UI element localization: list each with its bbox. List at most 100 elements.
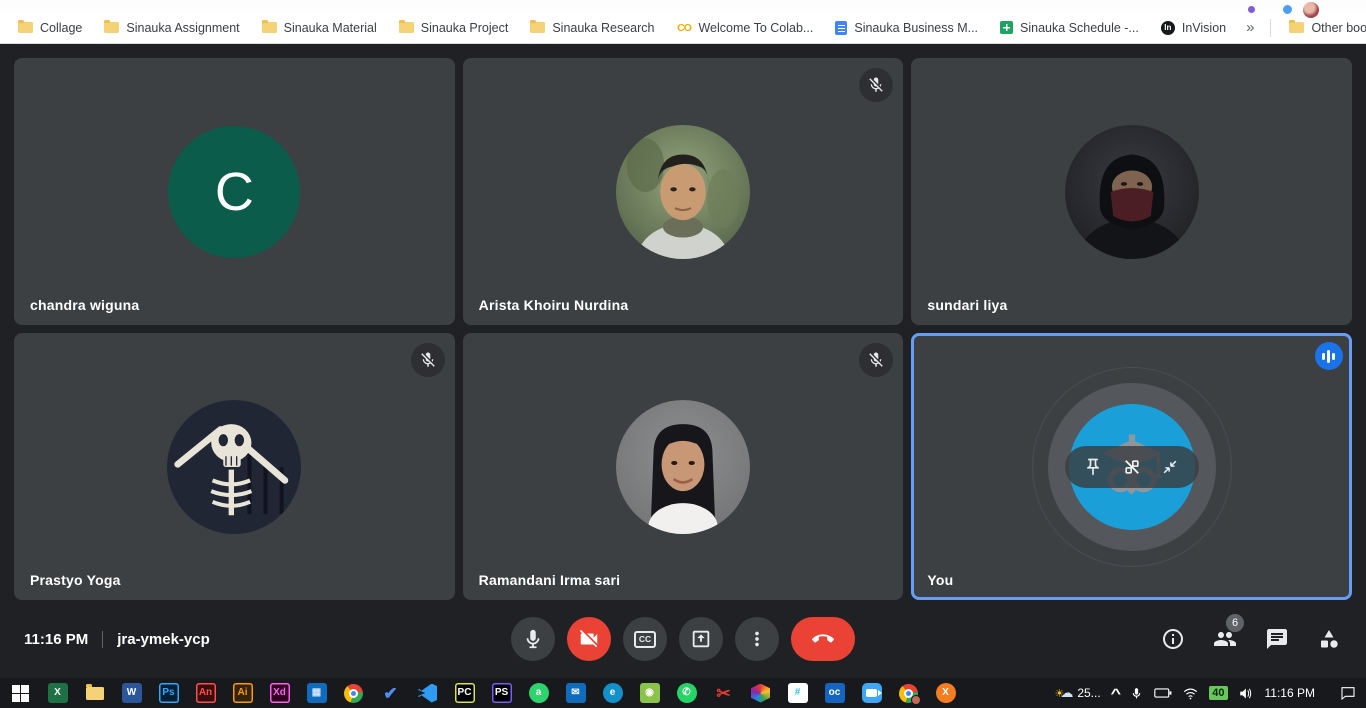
participant-tile[interactable]: Prastyo Yoga <box>14 333 455 600</box>
adobe-xd-icon[interactable]: Xd <box>261 678 298 708</box>
bookmark-collage[interactable]: Collage <box>10 18 96 38</box>
whatsapp-icon[interactable]: ✆ <box>668 678 705 708</box>
meeting-details-button[interactable] <box>1160 626 1186 652</box>
avatar-photo <box>616 400 750 534</box>
browser-profile-avatar[interactable] <box>1303 2 1319 18</box>
edge-icon[interactable]: e <box>594 678 631 708</box>
bookmark-sinauka-project[interactable]: Sinauka Project <box>391 18 523 38</box>
action-center-icon[interactable] <box>1340 686 1356 700</box>
ocam-icon[interactable]: oc <box>816 678 853 708</box>
calendar-icon[interactable]: ▦ <box>298 678 335 708</box>
participant-name: Arista Khoiru Nurdina <box>479 297 629 313</box>
weather-temp: 25... <box>1077 686 1100 700</box>
camera-off-button[interactable] <box>567 617 611 661</box>
hexagon-app-icon[interactable] <box>742 678 779 708</box>
participant-count-badge: 6 <box>1226 614 1244 632</box>
participants-button[interactable]: 6 <box>1212 626 1238 652</box>
todo-check-glyph: ✔ <box>381 683 401 703</box>
android-app-glyph: a <box>529 683 549 703</box>
illustrator-glyph: Ai <box>233 683 253 703</box>
chrome-icon[interactable] <box>335 678 372 708</box>
bookmark-sinauka-schedule[interactable]: Sinauka Schedule -... <box>992 18 1153 38</box>
extension-icon[interactable] <box>1283 5 1292 14</box>
participant-name: Ramandani Irma sari <box>479 572 621 588</box>
xampp-icon[interactable]: X <box>927 678 964 708</box>
vscode-icon[interactable] <box>409 678 446 708</box>
windows-start-icon[interactable] <box>2 678 39 708</box>
mail-icon[interactable]: ✉ <box>557 678 594 708</box>
participant-tile[interactable]: Ramandani Irma sari <box>463 333 904 600</box>
adobe-xd-glyph: Xd <box>270 683 290 703</box>
extension-icon[interactable] <box>1248 6 1255 13</box>
screen-recorder-icon[interactable]: ✂ <box>705 678 742 708</box>
word-icon[interactable]: W <box>113 678 150 708</box>
chrome-glyph <box>344 684 363 703</box>
folder-icon <box>399 22 414 33</box>
captions-button[interactable]: CC <box>623 617 667 661</box>
more-options-button[interactable] <box>735 617 779 661</box>
screen-camera-glyph: ◉ <box>640 683 660 703</box>
slack-icon[interactable]: # <box>779 678 816 708</box>
avatar-photo <box>167 400 301 534</box>
photoshop-icon[interactable]: Ps <box>150 678 187 708</box>
xampp-glyph: X <box>936 683 956 703</box>
participant-tile[interactable]: Arista Khoiru Nurdina <box>463 58 904 325</box>
screen-camera-icon[interactable]: ◉ <box>631 678 668 708</box>
ocam-glyph: oc <box>825 683 845 703</box>
self-tile[interactable]: You <box>911 333 1352 600</box>
meet-bottom-bar: 11:16 PM jra-ymek-ycp CC <box>0 600 1366 678</box>
bookmark-label: Sinauka Research <box>552 21 654 35</box>
pycharm-icon[interactable]: PC <box>446 678 483 708</box>
other-bookmarks[interactable]: Other bookmarks <box>1281 18 1366 38</box>
participant-name: You <box>927 572 953 588</box>
chat-button[interactable] <box>1264 626 1290 652</box>
cloud-icon: ☁ <box>1060 685 1073 701</box>
tray-wifi-icon[interactable] <box>1183 687 1198 700</box>
animate-glyph: An <box>196 683 216 703</box>
tray-battery-icon[interactable] <box>1154 687 1172 699</box>
bookmark-welcome-to-colab[interactable]: COWelcome To Colab... <box>668 18 827 38</box>
activities-button[interactable] <box>1316 626 1342 652</box>
participant-tile[interactable]: C chandra wiguna <box>14 58 455 325</box>
battery-percent-badge[interactable]: 40 <box>1209 686 1227 700</box>
windows-start-glyph <box>12 685 29 702</box>
bookmark-sinauka-assignment[interactable]: Sinauka Assignment <box>96 18 253 38</box>
bookmarks-list: CollageSinauka Assignment Sinauka Materia… <box>10 18 1240 38</box>
minimize-icon[interactable] <box>1160 457 1180 477</box>
animate-icon[interactable]: An <box>187 678 224 708</box>
bookmark-sinauka-material[interactable]: Sinauka Material <box>254 18 391 38</box>
file-explorer-icon[interactable] <box>76 678 113 708</box>
chrome-profile-icon[interactable] <box>890 678 927 708</box>
avatar-photo <box>1065 125 1199 259</box>
pin-icon[interactable] <box>1083 457 1103 477</box>
colab-icon: CO <box>676 21 691 34</box>
end-call-button[interactable] <box>791 617 855 661</box>
excel-icon[interactable]: X <box>39 678 76 708</box>
present-screen-button[interactable] <box>679 617 723 661</box>
remove-tile-icon[interactable] <box>1122 457 1142 477</box>
folder-icon <box>1289 22 1304 33</box>
android-app-icon[interactable]: a <box>520 678 557 708</box>
tray-volume-icon[interactable] <box>1239 687 1254 700</box>
pycharm-glyph: PC <box>455 683 475 703</box>
other-bookmarks-label: Other bookmarks <box>1311 21 1366 35</box>
windows-taskbar: X WPs An Ai Xd ▦ ✔ PC PS a ✉e ◉ ✆✂ # oc X ☀ ☁ 25... ^ 4… <box>0 678 1366 708</box>
tray-clock[interactable]: 11:16 PM <box>1265 686 1315 700</box>
tray-expand-chevron[interactable]: ^ <box>1110 686 1121 701</box>
weather-widget[interactable]: ☀ ☁ 25... <box>1054 685 1100 701</box>
bookmarks-overflow-chevron[interactable]: » <box>1240 19 1260 36</box>
video-call-app-icon[interactable] <box>853 678 890 708</box>
bookmark-label: Sinauka Business M... <box>854 21 978 35</box>
bookmark-sinauka-business-m[interactable]: Sinauka Business M... <box>827 18 992 38</box>
phpstorm-icon[interactable]: PS <box>483 678 520 708</box>
tray-mic-icon[interactable] <box>1130 686 1143 701</box>
bookmark-label: Sinauka Material <box>284 21 377 35</box>
participant-tile[interactable]: sundari liya <box>911 58 1352 325</box>
bookmark-sinauka-research[interactable]: Sinauka Research <box>522 18 668 38</box>
illustrator-icon[interactable]: Ai <box>224 678 261 708</box>
bookmark-invision[interactable]: InInVision <box>1153 18 1240 38</box>
mic-button[interactable] <box>511 617 555 661</box>
todo-check-icon[interactable]: ✔ <box>372 678 409 708</box>
folder-icon <box>18 22 33 33</box>
folder-icon <box>530 22 545 33</box>
